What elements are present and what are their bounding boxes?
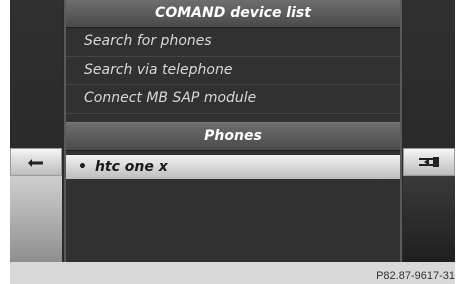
left-side-panel: [10, 0, 62, 262]
menu-item-search-for-phones[interactable]: Search for phones: [66, 28, 400, 57]
right-side-panel: [403, 0, 455, 262]
figure-caption: P82.87-9617-31: [376, 270, 455, 282]
phones-section-header: Phones: [66, 121, 400, 151]
menu-item-connect-mb-sap[interactable]: Connect MB SAP module: [66, 85, 400, 114]
right-lower-area: [403, 176, 455, 262]
menu-item-search-via-telephone[interactable]: Search via telephone: [66, 57, 400, 85]
menu-exit-button[interactable]: [403, 148, 455, 176]
left-lower-area: [10, 176, 62, 262]
head-unit-screen: COMAND device list Search for phones Sea…: [10, 0, 455, 262]
menu-exit-icon: [418, 156, 440, 168]
back-button[interactable]: [10, 148, 62, 176]
phone-item-htc-one-x[interactable]: • htc one x: [66, 154, 400, 179]
phone-item-label: htc one x: [94, 158, 168, 175]
device-list-panel: COMAND device list Search for phones Sea…: [64, 0, 402, 262]
page-title: COMAND device list: [66, 0, 400, 28]
back-arrow-icon: [27, 157, 45, 167]
bullet-icon: •: [78, 158, 87, 175]
